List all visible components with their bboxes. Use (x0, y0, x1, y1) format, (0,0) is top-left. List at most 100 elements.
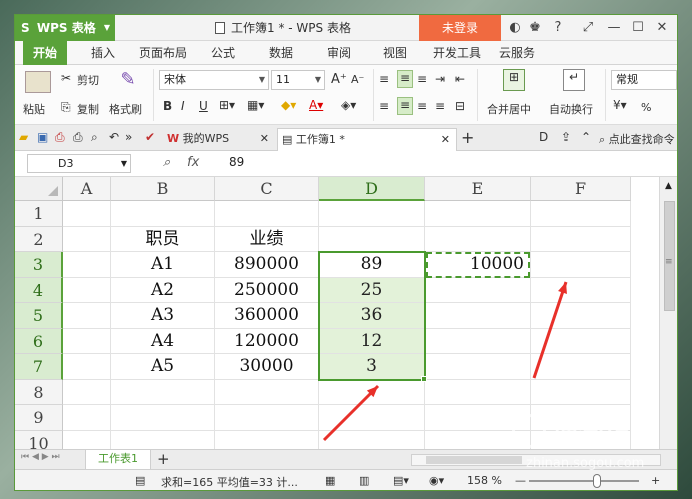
wrap-text-button[interactable]: 自动换行 (549, 101, 593, 117)
cell-d7[interactable]: 3 (319, 354, 425, 380)
column-header-c[interactable]: C (215, 177, 319, 201)
cell-f8[interactable] (531, 379, 631, 405)
bold-icon[interactable]: B (163, 99, 172, 113)
zoom-in-button[interactable]: + (651, 474, 660, 487)
folder-icon[interactable]: ▰ (19, 130, 28, 144)
cell-c7[interactable]: 30000 (215, 354, 319, 380)
zoom-slider-knob[interactable] (593, 474, 601, 488)
font-name-select[interactable]: 宋体 ▼ (159, 70, 269, 90)
increase-font-icon[interactable]: A⁺ (331, 72, 347, 87)
cell-d3[interactable]: 89 (319, 252, 425, 278)
cell-b6[interactable]: A4 (111, 328, 215, 354)
tab-home[interactable]: 开始 (23, 41, 68, 65)
add-sheet-button[interactable]: + (157, 450, 170, 468)
restore-ribbon-icon[interactable]: ⤢ (577, 15, 599, 41)
tab-data[interactable]: 数据 (269, 41, 293, 65)
percent-button[interactable]: % (641, 101, 651, 114)
cell-c1[interactable] (215, 201, 319, 227)
shirt-icon[interactable]: ♚ (525, 15, 545, 41)
cell-a9[interactable] (63, 405, 111, 431)
copy-button[interactable]: 复制 (77, 101, 99, 117)
sheet-nav-icon[interactable]: ⏮ ◀ ▶ ⏭ (21, 452, 60, 462)
paste-button[interactable]: 粘贴 (23, 101, 45, 117)
zoom-out-button[interactable]: — (515, 474, 526, 487)
cell-e8[interactable] (425, 379, 531, 405)
cell-d4[interactable]: 25 (319, 277, 425, 303)
spreadsheet-grid[interactable]: A B C D E F 1 2 职员 业绩 3 A1 890000 89 10000 4 A2 250000 25 5… (15, 177, 659, 449)
cell-a10[interactable] (63, 430, 111, 449)
cell-a4[interactable] (63, 277, 111, 303)
print-preview-icon[interactable]: ⌕ (91, 130, 98, 145)
row-header-7[interactable]: 7 (15, 354, 63, 380)
currency-icon[interactable]: ¥▾ (613, 98, 627, 112)
font-size-select[interactable]: 11 ▼ (271, 70, 325, 90)
cell-c4[interactable]: 250000 (215, 277, 319, 303)
fill-handle[interactable] (421, 375, 427, 382)
cell-c10[interactable] (215, 430, 319, 449)
tab-review[interactable]: 审阅 (327, 41, 351, 65)
fill-style-icon[interactable]: ▦▾ (247, 98, 264, 112)
decrease-font-icon[interactable]: A⁻ (351, 73, 364, 86)
page-break-view-icon[interactable]: ▤▾ (393, 474, 409, 487)
column-header-e[interactable]: E (425, 177, 531, 201)
cell-a5[interactable] (63, 303, 111, 329)
page-layout-view-icon[interactable]: ▥ (359, 474, 369, 487)
cell-b9[interactable] (111, 405, 215, 431)
row-header-10[interactable]: 10 (15, 430, 63, 449)
close-icon[interactable]: ✕ (441, 129, 450, 151)
cell-e3[interactable]: 10000 (425, 252, 531, 278)
scroll-thumb[interactable] (426, 456, 522, 464)
cell-b1[interactable] (111, 201, 215, 227)
tab-cloud[interactable]: 云服务 (499, 41, 535, 65)
row-header-2[interactable]: 2 (15, 226, 63, 252)
login-button[interactable]: 未登录 (419, 15, 501, 41)
row-header-1[interactable]: 1 (15, 201, 63, 227)
close-icon[interactable]: ✕ (260, 128, 269, 150)
clear-icon[interactable]: ◈▾ (341, 98, 356, 112)
more-icon[interactable]: » (125, 130, 132, 144)
share-icon[interactable]: ⇪ (561, 130, 571, 144)
column-header-b[interactable]: B (111, 177, 215, 201)
cell-e4[interactable] (425, 277, 531, 303)
cell-d8[interactable] (319, 379, 425, 405)
vertical-scrollbar[interactable]: ▲ ≡ (659, 177, 677, 449)
export-pdf-icon[interactable]: ⎙ (55, 130, 65, 145)
cell-d1[interactable] (319, 201, 425, 227)
cell-c9[interactable] (215, 405, 319, 431)
row-header-3[interactable]: 3 (15, 252, 63, 278)
cell-b8[interactable] (111, 379, 215, 405)
cell-e6[interactable] (425, 328, 531, 354)
cell-a3[interactable] (63, 252, 111, 278)
tab-workbook[interactable]: ▤ 工作簿1 * ✕ (277, 128, 457, 151)
cell-c6[interactable]: 120000 (215, 328, 319, 354)
align-center-icon[interactable]: ≡ (397, 97, 413, 115)
save-icon[interactable]: ▣ (37, 130, 48, 144)
app-menu-button[interactable]: S WPS 表格 ▼ (15, 15, 115, 41)
cell-f7[interactable] (531, 354, 631, 380)
cell-b4[interactable]: A2 (111, 277, 215, 303)
skin-icon[interactable]: ◐ (505, 15, 525, 41)
formula-input[interactable]: 89 (229, 155, 244, 169)
border-icon[interactable]: ⊞▾ (219, 98, 235, 112)
row-header-4[interactable]: 4 (15, 277, 63, 303)
reading-view-icon[interactable]: ◉▾ (429, 474, 444, 487)
help-icon[interactable]: ? (547, 15, 569, 41)
zoom-lens-icon[interactable]: ⌕ (163, 155, 170, 170)
row-header-5[interactable]: 5 (15, 303, 63, 329)
underline-icon[interactable]: U (199, 99, 208, 113)
close-button[interactable]: ✕ (651, 15, 673, 41)
cell-a8[interactable] (63, 379, 111, 405)
cell-d6[interactable]: 12 (319, 328, 425, 354)
cell-b5[interactable]: A3 (111, 303, 215, 329)
tab-formulas[interactable]: 公式 (211, 41, 235, 65)
cell-b2[interactable]: 职员 (111, 226, 215, 252)
merge-center-button[interactable]: 合并居中 (487, 101, 531, 117)
cell-f3[interactable] (531, 252, 631, 278)
cell-a1[interactable] (63, 201, 111, 227)
cell-c3[interactable]: 890000 (215, 252, 319, 278)
column-header-a[interactable]: A (63, 177, 111, 201)
cell-f1[interactable] (531, 201, 631, 227)
command-search[interactable]: ⌕ 点此查找命令 (599, 131, 675, 147)
minimize-button[interactable]: — (603, 15, 625, 41)
align-bottom-icon[interactable]: ≡ (417, 72, 427, 86)
